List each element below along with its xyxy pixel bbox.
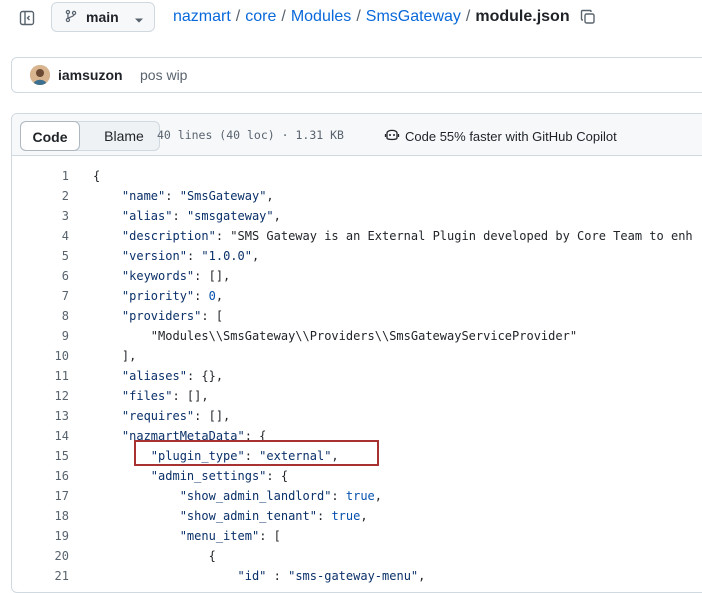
breadcrumb-smsgateway-link[interactable]: SmsGateway	[366, 8, 461, 26]
code-line: 3 "alias": "smsgateway",	[12, 206, 702, 226]
breadcrumb-separator: /	[465, 8, 471, 25]
code-line: 18 "show_admin_tenant": true,	[12, 506, 702, 526]
line-number[interactable]: 19	[12, 526, 69, 546]
top-bar: main nazmart / core / Modules / SmsGatew…	[0, 0, 702, 38]
git-branch-icon	[64, 9, 78, 26]
code-text: "plugin_type": "external",	[150, 449, 339, 463]
line-number[interactable]: 7	[12, 286, 69, 306]
copilot-promo-text: Code 55% faster with GitHub Copilot	[405, 128, 617, 144]
line-number[interactable]: 20	[12, 546, 69, 566]
sidebar-toggle-icon[interactable]	[16, 8, 38, 28]
code-text: "name": "SmsGateway",	[121, 189, 274, 203]
code-line: 5 "version": "1.0.0",	[12, 246, 702, 266]
code-text: "alias": "smsgateway",	[121, 209, 281, 223]
line-number[interactable]: 2	[12, 186, 69, 206]
branch-name: main	[86, 9, 119, 25]
code-line: 4 "description": "SMS Gateway is an Exte…	[12, 226, 702, 246]
copy-path-icon[interactable]	[580, 9, 596, 25]
file-viewer: Code Blame 40 lines (40 loc) · 1.31 KB C…	[11, 113, 702, 593]
code-line: 14 "nazmartMetaData": {	[12, 426, 702, 446]
code-line: 15 "plugin_type": "external",	[12, 446, 702, 466]
code-text: "show_admin_tenant": true,	[179, 509, 368, 523]
breadcrumb-owner-link[interactable]: nazmart	[173, 8, 231, 26]
view-mode-toggle: Code Blame	[20, 121, 160, 151]
line-number[interactable]: 9	[12, 326, 69, 346]
line-number[interactable]: 17	[12, 486, 69, 506]
code-line: 9 "Modules\\SmsGateway\\Providers\\SmsGa…	[12, 326, 702, 346]
code-text: "admin_settings": {	[150, 469, 289, 483]
line-number[interactable]: 13	[12, 406, 69, 426]
breadcrumb-core-link[interactable]: core	[245, 8, 276, 26]
code-line: 20 {	[12, 546, 702, 566]
line-number[interactable]: 12	[12, 386, 69, 406]
latest-commit-bar: iamsuzon pos wip	[11, 57, 702, 93]
code-text: {	[93, 169, 101, 183]
code-text: "providers": [	[121, 309, 224, 323]
code-text: ],	[93, 349, 137, 363]
code-line: 17 "show_admin_landlord": true,	[12, 486, 702, 506]
code-text: "keywords": [],	[121, 269, 231, 283]
breadcrumb-separator: /	[281, 8, 286, 25]
code-text: {	[93, 549, 216, 563]
tab-blame[interactable]: Blame	[91, 122, 157, 150]
code-text: "nazmartMetaData": {	[121, 429, 267, 443]
code-text: "requires": [],	[121, 409, 231, 423]
code-text: "aliases": {},	[121, 369, 224, 383]
code-line: 13 "requires": [],	[12, 406, 702, 426]
code-line: 19 "menu_item": [	[12, 526, 702, 546]
line-number[interactable]: 10	[12, 346, 69, 366]
breadcrumb-current-file: module.json	[475, 8, 570, 25]
code-line: 12 "files": [],	[12, 386, 702, 406]
avatar[interactable]	[30, 65, 50, 85]
code-line: 16 "admin_settings": {	[12, 466, 702, 486]
breadcrumb: nazmart / core / Modules / SmsGateway / …	[173, 8, 596, 26]
branch-selector-button[interactable]: main	[51, 2, 155, 32]
code-line: 7 "priority": 0,	[12, 286, 702, 306]
file-header: Code Blame 40 lines (40 loc) · 1.31 KB C…	[12, 114, 702, 156]
code-text: "files": [],	[121, 389, 209, 403]
code-line: 10 ],	[12, 346, 702, 366]
line-number[interactable]: 5	[12, 246, 69, 266]
line-number[interactable]: 21	[12, 566, 69, 586]
line-number[interactable]: 6	[12, 266, 69, 286]
code-text: "id" : "sms-gateway-menu",	[237, 569, 426, 583]
line-number[interactable]: 11	[12, 366, 69, 386]
code-line: 2 "name": "SmsGateway",	[12, 186, 702, 206]
code-line: 11 "aliases": {},	[12, 366, 702, 386]
code-line: 21 "id" : "sms-gateway-menu",	[12, 566, 702, 586]
line-number[interactable]: 16	[12, 466, 69, 486]
code-text: "description": "SMS Gateway is an Extern…	[121, 229, 693, 243]
code-text: "menu_item": [	[179, 529, 281, 543]
tab-code[interactable]: Code	[20, 121, 80, 151]
line-number[interactable]: 15	[12, 446, 69, 466]
code-text: "show_admin_landlord": true,	[179, 489, 383, 503]
line-number[interactable]: 8	[12, 306, 69, 326]
code-line: 6 "keywords": [],	[12, 266, 702, 286]
commit-message[interactable]: pos wip	[140, 67, 187, 83]
commit-author-link[interactable]: iamsuzon	[58, 67, 123, 83]
copilot-promo-link[interactable]: Code 55% faster with GitHub Copilot	[384, 127, 617, 145]
code-line: 8 "providers": [	[12, 306, 702, 326]
line-number[interactable]: 3	[12, 206, 69, 226]
breadcrumb-modules-link[interactable]: Modules	[291, 8, 351, 26]
breadcrumb-separator: /	[356, 8, 361, 25]
line-number[interactable]: 4	[12, 226, 69, 246]
code-text: "priority": 0,	[121, 289, 224, 303]
file-size-info: 40 lines (40 loc) · 1.31 KB	[157, 128, 344, 142]
copilot-icon	[384, 127, 405, 145]
code-text: "Modules\\SmsGateway\\Providers\\SmsGate…	[93, 329, 578, 343]
line-number[interactable]: 18	[12, 506, 69, 526]
line-number[interactable]: 14	[12, 426, 69, 446]
code-text: "version": "1.0.0",	[121, 249, 260, 263]
code-line: 1{	[12, 166, 702, 186]
chevron-down-icon	[134, 12, 144, 28]
line-number[interactable]: 1	[12, 166, 69, 186]
breadcrumb-separator: /	[235, 8, 241, 25]
